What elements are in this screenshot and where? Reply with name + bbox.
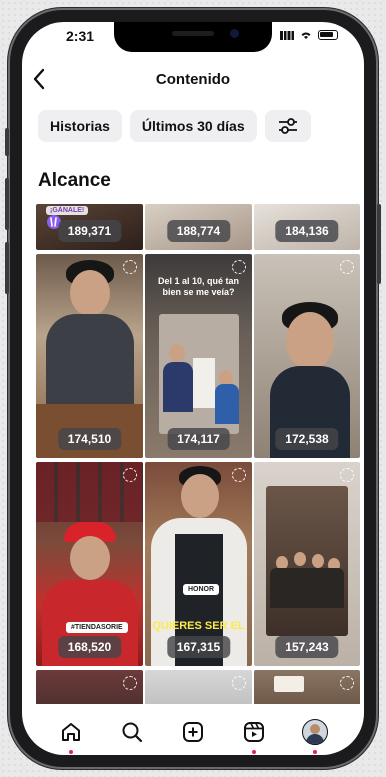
notch	[114, 22, 272, 52]
tile-overlay-text: QUIERES SER EL	[152, 620, 245, 632]
tile-view-count: 184,136	[275, 220, 339, 242]
section-title-reach: Alcance	[38, 170, 111, 191]
screen: 2:31 Contenido Historias Últimos 30 días	[22, 22, 364, 755]
story-tile[interactable]: 172,538	[254, 254, 360, 458]
filter-settings-button[interactable]	[264, 110, 311, 142]
avatar	[302, 719, 329, 745]
tab-home[interactable]	[57, 718, 85, 754]
tile-view-count: 167,315	[166, 636, 231, 658]
story-tile[interactable]	[145, 670, 252, 704]
phone-frame: 2:31 Contenido Historias Últimos 30 días	[5, 8, 381, 769]
reel-indicator-icon	[340, 260, 354, 274]
filter-date-range-chip[interactable]: Últimos 30 días	[129, 110, 257, 142]
volume-up-button	[5, 178, 9, 230]
signal-icon	[280, 30, 294, 40]
reel-indicator-icon	[232, 260, 246, 274]
search-icon	[122, 722, 142, 743]
story-tile[interactable]: 184,136	[254, 204, 360, 250]
notification-dot	[313, 750, 318, 754]
reel-indicator-icon	[123, 468, 137, 482]
story-tile[interactable]: ¡GÁNALE! 189,371	[36, 204, 143, 250]
reel-indicator-icon	[232, 676, 246, 690]
story-tile[interactable]: Del 1 al 10, qué tan bien se me veía? 17…	[145, 254, 252, 458]
filter-stories-chip[interactable]: Historias	[38, 110, 122, 142]
tile-view-count: 174,117	[167, 428, 230, 450]
status-time: 2:31	[66, 28, 95, 44]
tile-view-count: 189,371	[57, 220, 122, 242]
top-header: Contenido	[22, 62, 364, 98]
page-title: Contenido	[155, 71, 231, 88]
bottom-tab-bar	[22, 710, 364, 755]
wifi-icon	[301, 32, 311, 39]
tab-search[interactable]	[118, 718, 146, 746]
tab-reels[interactable]	[240, 718, 268, 754]
reel-indicator-icon	[123, 676, 137, 690]
home-icon	[61, 723, 80, 741]
tile-hashtag: #TIENDASORIE	[66, 622, 128, 633]
tile-view-count: 188,774	[166, 220, 231, 242]
create-icon	[182, 722, 203, 742]
filter-bar: Historias Últimos 30 días	[38, 110, 311, 142]
reel-indicator-icon	[232, 468, 246, 482]
notification-dot	[252, 750, 257, 754]
sliders-icon	[278, 118, 297, 134]
mute-switch	[5, 128, 9, 156]
tile-brand-tag: HONOR	[183, 584, 220, 595]
reel-indicator-icon	[340, 676, 354, 690]
reel-indicator-icon	[123, 260, 137, 274]
reel-indicator-icon	[340, 468, 354, 482]
content-grid: ¡GÁNALE! 189,371 188,774 184,136 174,510…	[36, 204, 360, 704]
story-tile[interactable]: 174,510	[36, 254, 143, 458]
notification-dot	[68, 750, 73, 754]
tile-view-count: 172,538	[275, 428, 339, 450]
tab-create[interactable]	[179, 718, 207, 746]
tile-caption: Del 1 al 10, qué tan bien se me veía?	[157, 276, 240, 297]
story-tile[interactable]: 157,243	[254, 462, 360, 666]
story-tile[interactable]: 188,774	[145, 204, 252, 250]
story-tile[interactable]: #TIENDASORIE 168,520	[36, 462, 143, 666]
tab-profile[interactable]	[301, 718, 329, 754]
power-button	[377, 204, 381, 284]
battery-icon	[318, 30, 338, 40]
tile-view-count: 168,520	[57, 636, 122, 658]
tile-view-count: 174,510	[57, 428, 122, 450]
story-tile[interactable]	[254, 670, 360, 704]
tile-view-count: 157,243	[275, 636, 339, 658]
story-tile[interactable]: HONOR QUIERES SER EL 167,315	[145, 462, 252, 666]
story-tile[interactable]	[36, 670, 143, 704]
reels-icon	[244, 722, 265, 742]
volume-down-button	[5, 242, 9, 294]
